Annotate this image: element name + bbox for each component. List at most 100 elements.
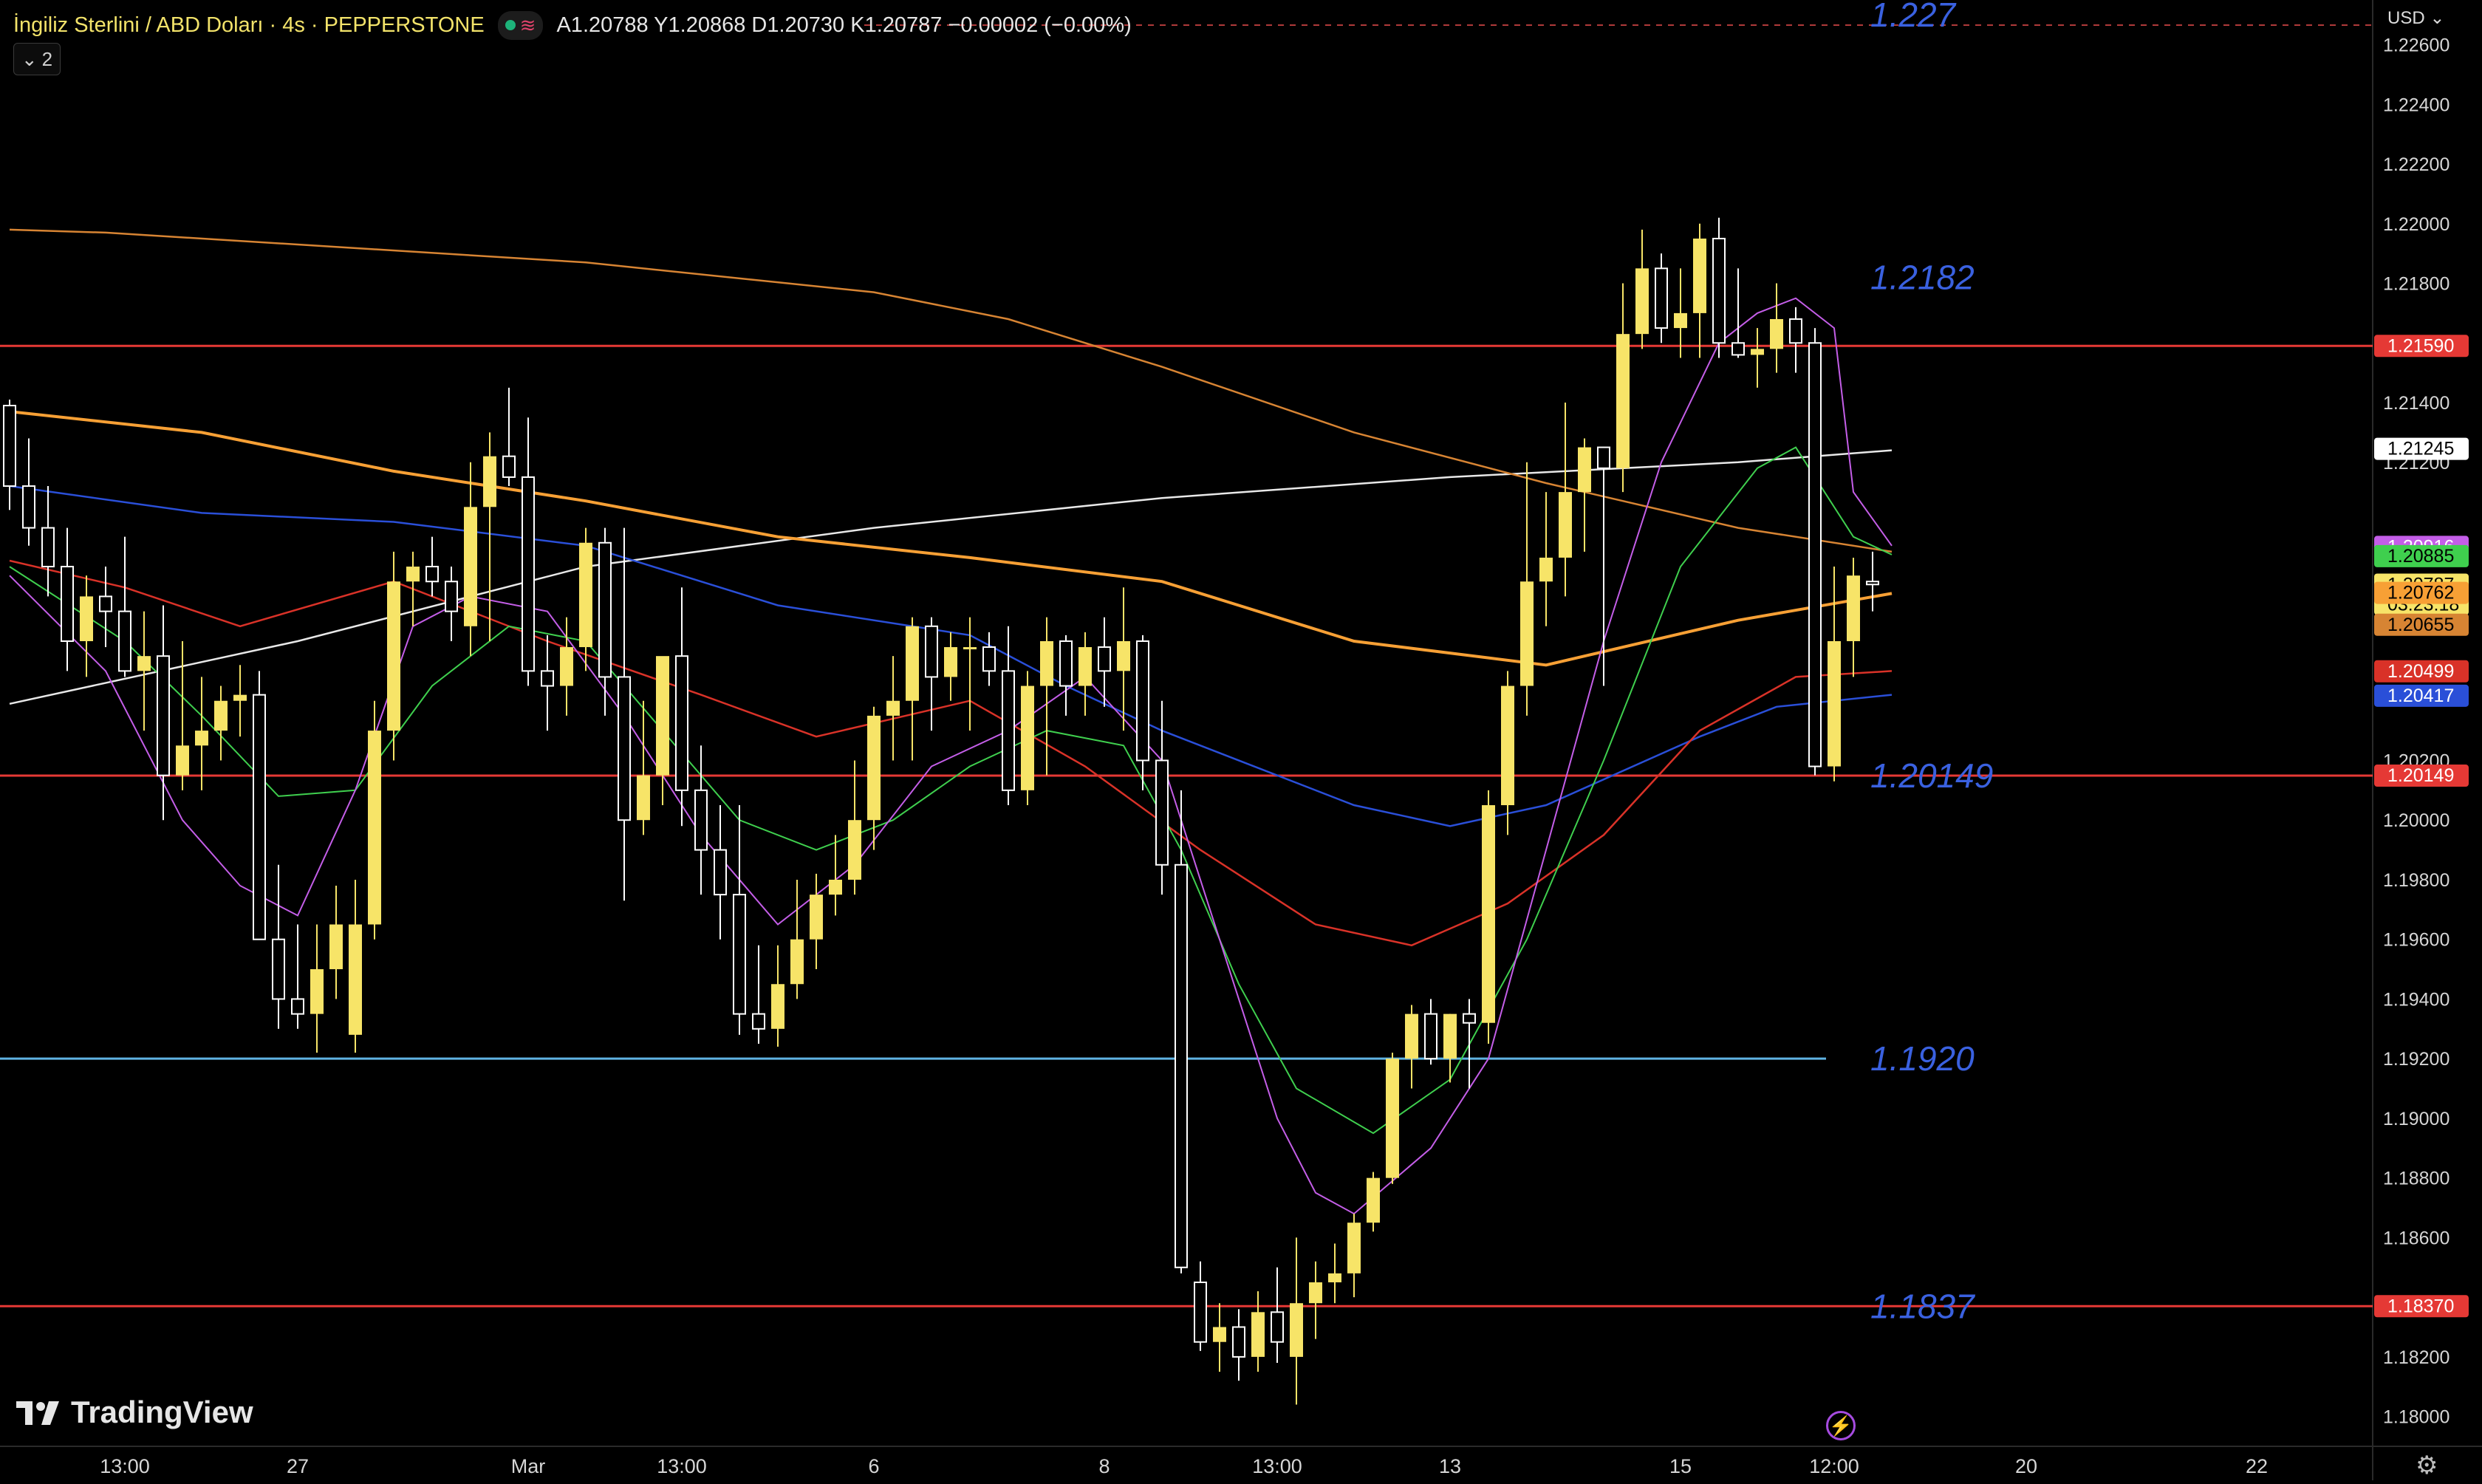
lightning-icon[interactable]: ⚡ bbox=[1826, 1411, 1856, 1440]
candle[interactable] bbox=[1136, 640, 1149, 762]
candle[interactable] bbox=[233, 694, 247, 701]
candle[interactable] bbox=[1309, 1282, 1322, 1304]
candle[interactable] bbox=[1770, 318, 1783, 349]
candle[interactable] bbox=[99, 595, 112, 612]
candle[interactable] bbox=[61, 566, 74, 642]
price-annotation[interactable]: 1.1837 bbox=[1870, 1287, 1975, 1325]
candle[interactable] bbox=[1347, 1223, 1361, 1273]
candle[interactable] bbox=[694, 789, 708, 851]
indicator-line[interactable] bbox=[9, 446, 1893, 1135]
candle[interactable] bbox=[1866, 581, 1879, 586]
candle[interactable] bbox=[733, 894, 746, 1015]
candle[interactable] bbox=[1251, 1312, 1265, 1357]
candle[interactable] bbox=[790, 939, 804, 985]
candle[interactable] bbox=[1463, 1013, 1476, 1024]
candle[interactable] bbox=[1059, 640, 1073, 687]
candle[interactable] bbox=[310, 969, 324, 1014]
candle[interactable] bbox=[1674, 312, 1687, 329]
candle[interactable] bbox=[1482, 805, 1495, 1023]
candle[interactable] bbox=[541, 670, 554, 687]
candle[interactable] bbox=[349, 924, 362, 1035]
candle[interactable] bbox=[176, 745, 189, 776]
candle[interactable] bbox=[253, 694, 266, 940]
indicator-line[interactable] bbox=[9, 559, 1893, 947]
candle[interactable] bbox=[1443, 1013, 1457, 1059]
candle[interactable] bbox=[848, 820, 861, 880]
candle[interactable] bbox=[1808, 342, 1822, 767]
candle[interactable] bbox=[906, 626, 919, 701]
candle[interactable] bbox=[1405, 1013, 1418, 1059]
collapse-indicators-button[interactable]: ⌄ 2 bbox=[13, 43, 61, 75]
price-annotation[interactable]: 1.20149 bbox=[1870, 756, 1993, 795]
candle[interactable] bbox=[406, 567, 420, 582]
candle[interactable] bbox=[579, 542, 592, 648]
candle[interactable] bbox=[41, 527, 55, 568]
price-chart[interactable]: 1.227 1.2182 1.20149 1.1920 1.1837 1.22600 1.2… bbox=[0, 0, 2482, 1480]
candle[interactable] bbox=[886, 700, 900, 716]
candle[interactable] bbox=[1213, 1327, 1226, 1342]
candle[interactable] bbox=[272, 938, 285, 1000]
candle[interactable] bbox=[445, 581, 458, 612]
currency-selector[interactable]: USD ⌄ bbox=[2387, 7, 2444, 29]
candle[interactable] bbox=[1847, 575, 1860, 641]
candle[interactable] bbox=[1078, 647, 1092, 686]
candle[interactable] bbox=[714, 849, 727, 896]
candle[interactable] bbox=[560, 647, 573, 686]
candle[interactable] bbox=[387, 581, 400, 731]
candle[interactable] bbox=[1789, 318, 1802, 344]
candle[interactable] bbox=[483, 456, 496, 507]
candle[interactable] bbox=[1194, 1281, 1207, 1343]
candle[interactable] bbox=[1232, 1326, 1245, 1358]
candle[interactable] bbox=[1021, 685, 1034, 790]
candle[interactable] bbox=[3, 405, 16, 488]
candle[interactable] bbox=[157, 655, 170, 776]
candle[interactable] bbox=[291, 998, 304, 1015]
candle[interactable] bbox=[137, 656, 151, 671]
candle[interactable] bbox=[867, 715, 881, 821]
candle[interactable] bbox=[1386, 1059, 1399, 1178]
candle[interactable] bbox=[1328, 1273, 1341, 1282]
candle[interactable] bbox=[1155, 759, 1169, 866]
chart-stage[interactable]: 1.227 1.2182 1.20149 1.1920 1.1837 1.22600 1.2… bbox=[0, 0, 2482, 1480]
candle[interactable] bbox=[22, 485, 35, 529]
symbol-title[interactable]: İngiliz Sterlini / ABD Doları · 4s · PEP… bbox=[13, 13, 485, 38]
candle[interactable] bbox=[118, 610, 131, 672]
candle[interactable] bbox=[1520, 581, 1534, 686]
candle[interactable] bbox=[1117, 640, 1130, 671]
candle[interactable] bbox=[1175, 864, 1188, 1268]
candle[interactable] bbox=[214, 700, 228, 731]
gear-icon[interactable]: ⚙ bbox=[2416, 1451, 2438, 1480]
candle[interactable] bbox=[464, 507, 477, 626]
candle[interactable] bbox=[1271, 1311, 1284, 1343]
candle[interactable] bbox=[1424, 1013, 1437, 1060]
candle[interactable] bbox=[1539, 557, 1553, 582]
candle[interactable] bbox=[1040, 640, 1053, 686]
candle[interactable] bbox=[195, 731, 208, 746]
price-annotation[interactable]: 1.2182 bbox=[1870, 258, 1975, 296]
candle[interactable] bbox=[368, 731, 381, 925]
candle[interactable] bbox=[1002, 670, 1015, 791]
candle[interactable] bbox=[598, 541, 612, 678]
candle[interactable] bbox=[656, 656, 669, 776]
candle[interactable] bbox=[829, 879, 842, 895]
candle[interactable] bbox=[771, 984, 784, 1029]
candle[interactable] bbox=[1712, 237, 1726, 344]
candle[interactable] bbox=[618, 676, 631, 821]
candle[interactable] bbox=[1635, 268, 1649, 335]
candle[interactable] bbox=[752, 1013, 765, 1030]
candle[interactable] bbox=[1828, 640, 1841, 767]
candle[interactable] bbox=[522, 476, 535, 672]
candle[interactable] bbox=[1693, 238, 1706, 313]
candle[interactable] bbox=[425, 566, 439, 583]
candle[interactable] bbox=[329, 924, 343, 970]
indicator-line[interactable] bbox=[9, 297, 1893, 1215]
candle[interactable] bbox=[1367, 1177, 1380, 1223]
candle[interactable] bbox=[1751, 349, 1764, 355]
indicator-line[interactable] bbox=[9, 228, 1893, 553]
candle[interactable] bbox=[944, 647, 957, 677]
candle[interactable] bbox=[1655, 267, 1668, 329]
candle[interactable] bbox=[1501, 685, 1514, 806]
candle[interactable] bbox=[637, 775, 650, 821]
candle[interactable] bbox=[925, 625, 938, 678]
candle[interactable] bbox=[1559, 492, 1572, 558]
